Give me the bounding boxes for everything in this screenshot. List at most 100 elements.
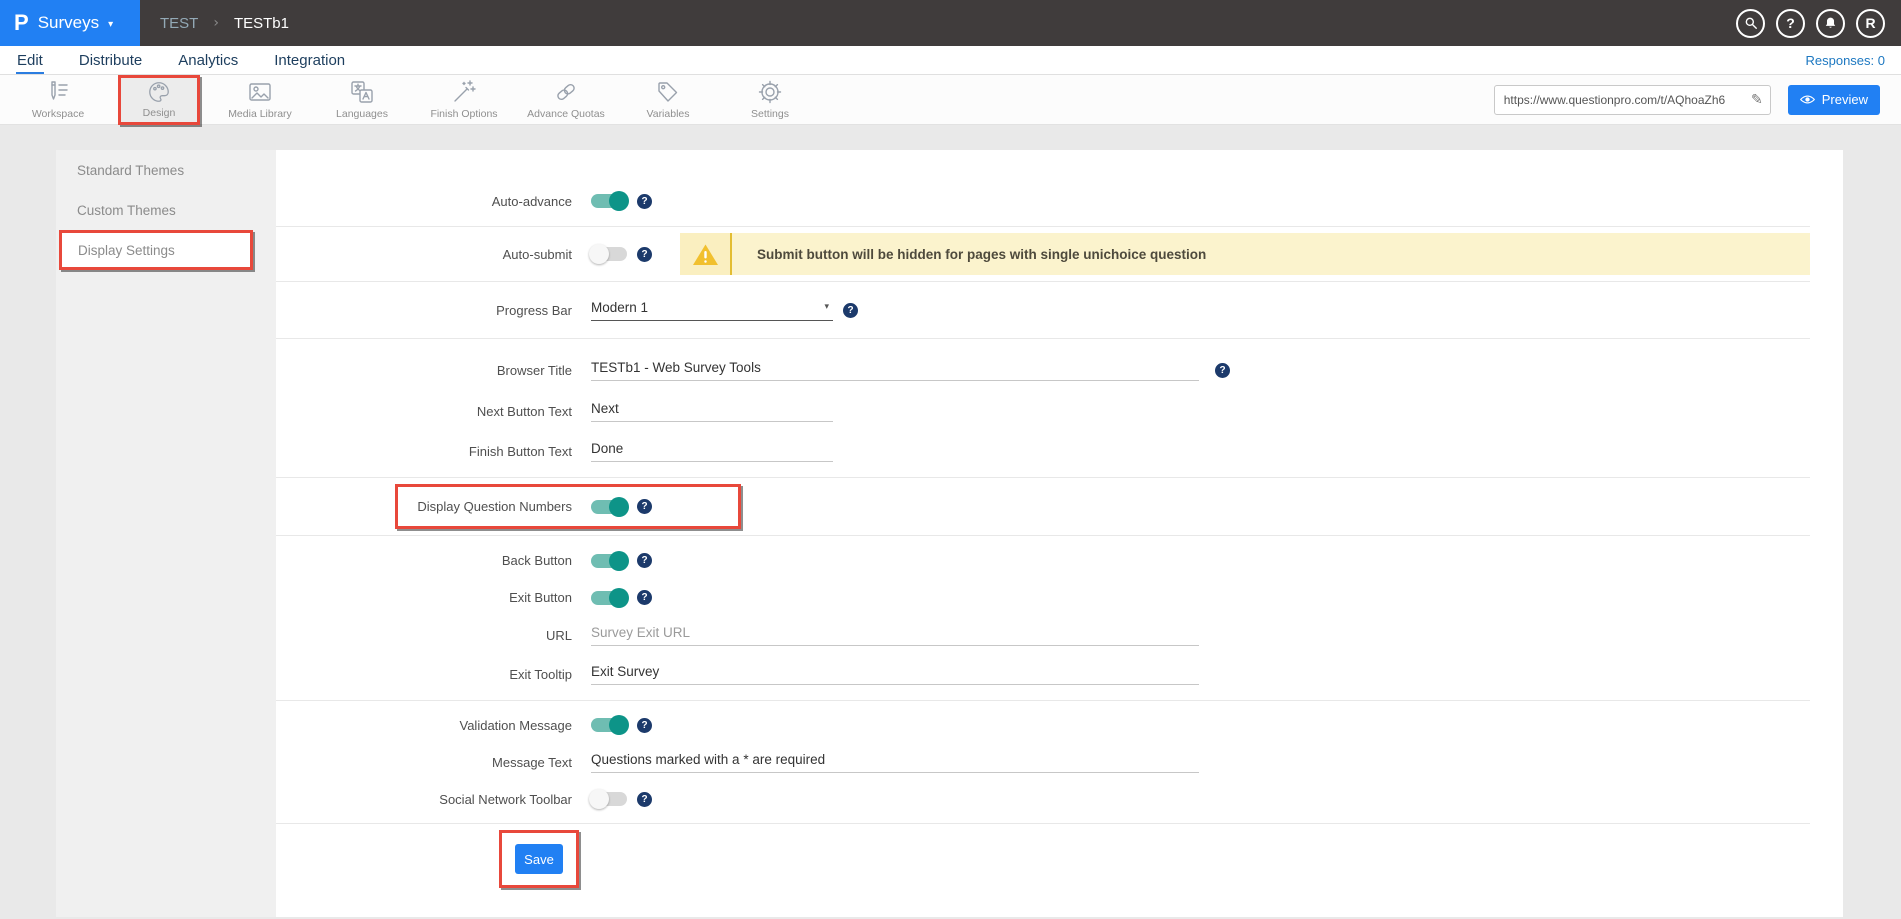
toolbar-label: Design	[143, 107, 176, 119]
languages-icon	[349, 79, 375, 105]
progress-bar-label: Progress Bar	[276, 303, 591, 318]
finish-button-text-row: Finish Button Text	[276, 431, 1843, 471]
display-question-numbers-toggle[interactable]	[591, 500, 627, 514]
validation-message-help-icon[interactable]: ?	[637, 718, 652, 733]
validation-message-toggle[interactable]	[591, 718, 627, 732]
breadcrumb-current: TESTb1	[234, 15, 289, 32]
browser-title-label: Browser Title	[276, 363, 591, 378]
nav-tab-bar: Edit Distribute Analytics Integration Re…	[0, 46, 1901, 75]
surveys-menu-label: Surveys	[38, 13, 99, 33]
help-button[interactable]: ?	[1776, 9, 1805, 38]
exit-tooltip-input[interactable]	[591, 664, 1199, 685]
auto-submit-toggle[interactable]	[591, 247, 627, 261]
edit-url-pencil-icon[interactable]: ✎	[1751, 92, 1763, 108]
toolbar-item-design[interactable]: Design	[121, 78, 197, 122]
divider	[276, 477, 1810, 478]
exit-tooltip-row: Exit Tooltip	[276, 655, 1843, 694]
bell-icon	[1824, 16, 1837, 30]
progress-bar-select[interactable]: Modern 1 ▾	[591, 300, 833, 321]
media-library-icon	[247, 79, 273, 105]
social-network-toolbar-help-icon[interactable]: ?	[637, 792, 652, 807]
back-button-help-icon[interactable]: ?	[637, 553, 652, 568]
questionpro-logo-icon: P	[14, 12, 29, 34]
display-settings-highlight-box: Display Settings	[59, 230, 253, 270]
browser-title-help-icon[interactable]: ?	[1215, 363, 1230, 378]
page-background: Standard Themes Custom Themes Display Se…	[0, 125, 1901, 917]
auto-submit-warning-text: Submit button will be hidden for pages w…	[757, 247, 1206, 262]
toolbar-label: Variables	[647, 108, 690, 120]
sidebar-item-custom-themes[interactable]: Custom Themes	[56, 190, 276, 230]
notifications-button[interactable]	[1816, 9, 1845, 38]
divider	[276, 535, 1810, 536]
browser-title-input[interactable]	[591, 360, 1199, 381]
toolbar-label: Languages	[336, 108, 388, 120]
toolbar-label: Settings	[751, 108, 789, 120]
responses-count[interactable]: Responses: 0	[1806, 53, 1886, 74]
tab-analytics[interactable]: Analytics	[177, 50, 239, 74]
tab-distribute[interactable]: Distribute	[78, 50, 143, 74]
social-network-toolbar-row: Social Network Toolbar ?	[276, 781, 1843, 817]
save-button[interactable]: Save	[515, 844, 563, 874]
finish-button-text-input[interactable]	[591, 441, 833, 462]
auto-advance-help-icon[interactable]: ?	[637, 194, 652, 209]
toolbar-item-workspace[interactable]: Workspace	[12, 75, 104, 125]
toolbar-item-advance-quotas[interactable]: Advance Quotas	[520, 75, 612, 125]
social-network-toolbar-label: Social Network Toolbar	[276, 792, 591, 807]
breadcrumb-parent[interactable]: TEST	[160, 15, 198, 32]
avatar[interactable]: R	[1856, 9, 1885, 38]
exit-button-help-icon[interactable]: ?	[637, 590, 652, 605]
auto-submit-help-icon[interactable]: ?	[637, 247, 652, 262]
surveys-menu[interactable]: P Surveys ▾	[0, 0, 140, 46]
save-highlight-box: Save	[499, 830, 579, 888]
divider	[276, 281, 1810, 282]
validation-message-label: Validation Message	[276, 718, 591, 733]
search-icon	[1744, 16, 1758, 30]
toolbar-item-media-library[interactable]: Media Library	[214, 75, 306, 125]
exit-url-input[interactable]	[591, 625, 1199, 646]
design-palette-icon	[147, 80, 171, 104]
eye-icon	[1800, 94, 1815, 105]
divider	[276, 226, 1810, 227]
toolbar-item-finish-options[interactable]: Finish Options	[418, 75, 510, 125]
toolbar-item-settings[interactable]: Settings	[724, 75, 816, 125]
next-button-text-input[interactable]	[591, 401, 833, 422]
auto-advance-toggle[interactable]	[591, 194, 627, 208]
tab-integration[interactable]: Integration	[273, 50, 346, 74]
sidebar-item-standard-themes[interactable]: Standard Themes	[56, 150, 276, 190]
toolbar-item-variables[interactable]: Variables	[622, 75, 714, 125]
advance-quotas-icon	[553, 79, 579, 105]
search-button[interactable]	[1736, 9, 1765, 38]
chevron-down-icon: ▾	[824, 302, 829, 312]
exit-url-row: URL	[276, 616, 1843, 655]
display-question-numbers-help-icon[interactable]: ?	[637, 499, 652, 514]
toolbar-item-languages[interactable]: Languages	[316, 75, 408, 125]
survey-toolbar: Workspace Design Media Library	[0, 75, 1901, 125]
finish-button-text-label: Finish Button Text	[276, 444, 591, 459]
exit-button-toggle[interactable]	[591, 591, 627, 605]
message-text-label: Message Text	[276, 755, 591, 770]
auto-advance-row: Auto-advance ?	[276, 182, 1843, 220]
social-network-toolbar-toggle[interactable]	[591, 792, 627, 806]
preview-button[interactable]: Preview	[1788, 85, 1880, 115]
display-question-numbers-label: Display Question Numbers	[398, 499, 591, 514]
survey-url-input[interactable]	[1504, 93, 1746, 107]
exit-tooltip-label: Exit Tooltip	[276, 667, 591, 682]
variables-icon	[655, 79, 681, 105]
design-highlight-box: Design	[118, 75, 200, 125]
browser-title-row: Browser Title ?	[276, 349, 1843, 391]
message-text-input[interactable]	[591, 752, 1199, 773]
tab-edit[interactable]: Edit	[16, 50, 44, 74]
survey-url-box: ✎	[1494, 85, 1771, 115]
progress-bar-help-icon[interactable]: ?	[843, 303, 858, 318]
progress-bar-row: Progress Bar Modern 1 ▾ ?	[276, 288, 1843, 332]
exit-url-label: URL	[276, 628, 591, 643]
auto-submit-label: Auto-submit	[276, 247, 591, 262]
help-icon: ?	[1786, 15, 1795, 31]
finish-options-icon	[451, 79, 477, 105]
divider	[276, 700, 1810, 701]
themes-sidebar: Standard Themes Custom Themes Display Se…	[56, 150, 276, 917]
sidebar-item-display-settings[interactable]: Display Settings	[62, 233, 250, 267]
validation-message-row: Validation Message ?	[276, 707, 1843, 743]
back-button-toggle[interactable]	[591, 554, 627, 568]
back-button-label: Back Button	[276, 553, 591, 568]
